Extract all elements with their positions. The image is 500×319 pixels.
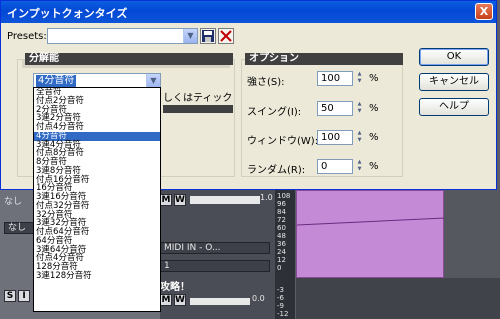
track-solo-button[interactable]: S [4,290,16,302]
write-button[interactable]: W [174,194,186,206]
mute-button[interactable]: M [160,194,172,206]
section-band [163,105,233,113]
random-input[interactable]: 0 [317,159,353,174]
help-button[interactable]: ヘルプ [419,98,489,116]
volume-value-2: 0.0 [252,294,265,303]
controller-line [297,217,445,226]
channel-field[interactable]: 1 [160,260,270,272]
window-percent: % [369,132,379,143]
mute-button-2[interactable]: M [160,294,172,306]
swing-input[interactable]: 50 [317,101,353,116]
strength-spinner[interactable]: ▲ ▼ [355,71,364,86]
swing-percent: % [369,103,379,114]
volume-slider[interactable] [190,196,260,204]
resolution-label: 分解能 [25,53,233,65]
save-icon [202,30,214,42]
strength-label: 強さ(S): [247,77,285,88]
dialog-title: インプットクォンタイズ [7,7,128,20]
clip-name: 攻略！ [160,282,190,293]
resolution-selected: 4分音符 [36,75,77,87]
window-label: ウィンドウ(W): [247,136,319,147]
random-percent: % [369,161,379,172]
random-spinner[interactable]: ▲ ▼ [355,159,364,174]
track-area [444,190,500,278]
title-bar[interactable]: インプットクォンタイズ X [1,1,496,23]
level-meter: 108 96 84 72 60 48 36 24 12 0 -3 -6 -9 -… [275,190,295,319]
swing-spinner[interactable]: ▲ ▼ [355,101,364,116]
options-label: オプション [245,53,403,65]
track-input-button[interactable]: Ⅰ [18,290,30,302]
volume-value: 1.0 [260,193,273,202]
delete-preset-button[interactable] [218,28,234,44]
strength-input[interactable]: 100 [317,71,353,86]
midi-clip[interactable] [296,190,445,278]
random-label: ランダム(R): [247,165,306,176]
ok-button[interactable]: OK [419,48,489,66]
tick-option-label: しくはティック [163,93,233,104]
cancel-button[interactable]: キャンセル [419,73,489,91]
track-lane [296,278,500,319]
volume-slider-2[interactable] [190,298,250,305]
save-preset-button[interactable] [200,28,216,44]
chevron-down-icon[interactable]: ▼ [183,29,197,43]
midi-input-field[interactable]: MIDI IN - O... [160,242,270,254]
window-spinner[interactable]: ▲ ▼ [355,130,364,145]
delete-icon [220,30,232,42]
window-input[interactable]: 100 [317,130,353,145]
resolution-dropdown-list[interactable]: 全音符 付点2分音符 2分音符 3連2分音符 付点4分音符 4分音符 3連4分音符 付点8分音… [33,87,161,312]
presets-combobox[interactable]: ▼ [47,28,198,44]
presets-label: Presets: [7,31,47,42]
strength-percent: % [369,73,379,84]
write-button-2[interactable]: W [174,294,186,306]
chevron-down-icon[interactable]: ▼ [146,74,160,88]
close-button[interactable]: X [475,3,493,20]
track-controls: M W 1.0 MIDI IN - O... 1 攻略！ M W 0.0 [160,190,275,319]
dropdown-option[interactable]: 3連128分音符 [34,271,160,281]
swing-label: スイング(I): [247,107,302,118]
